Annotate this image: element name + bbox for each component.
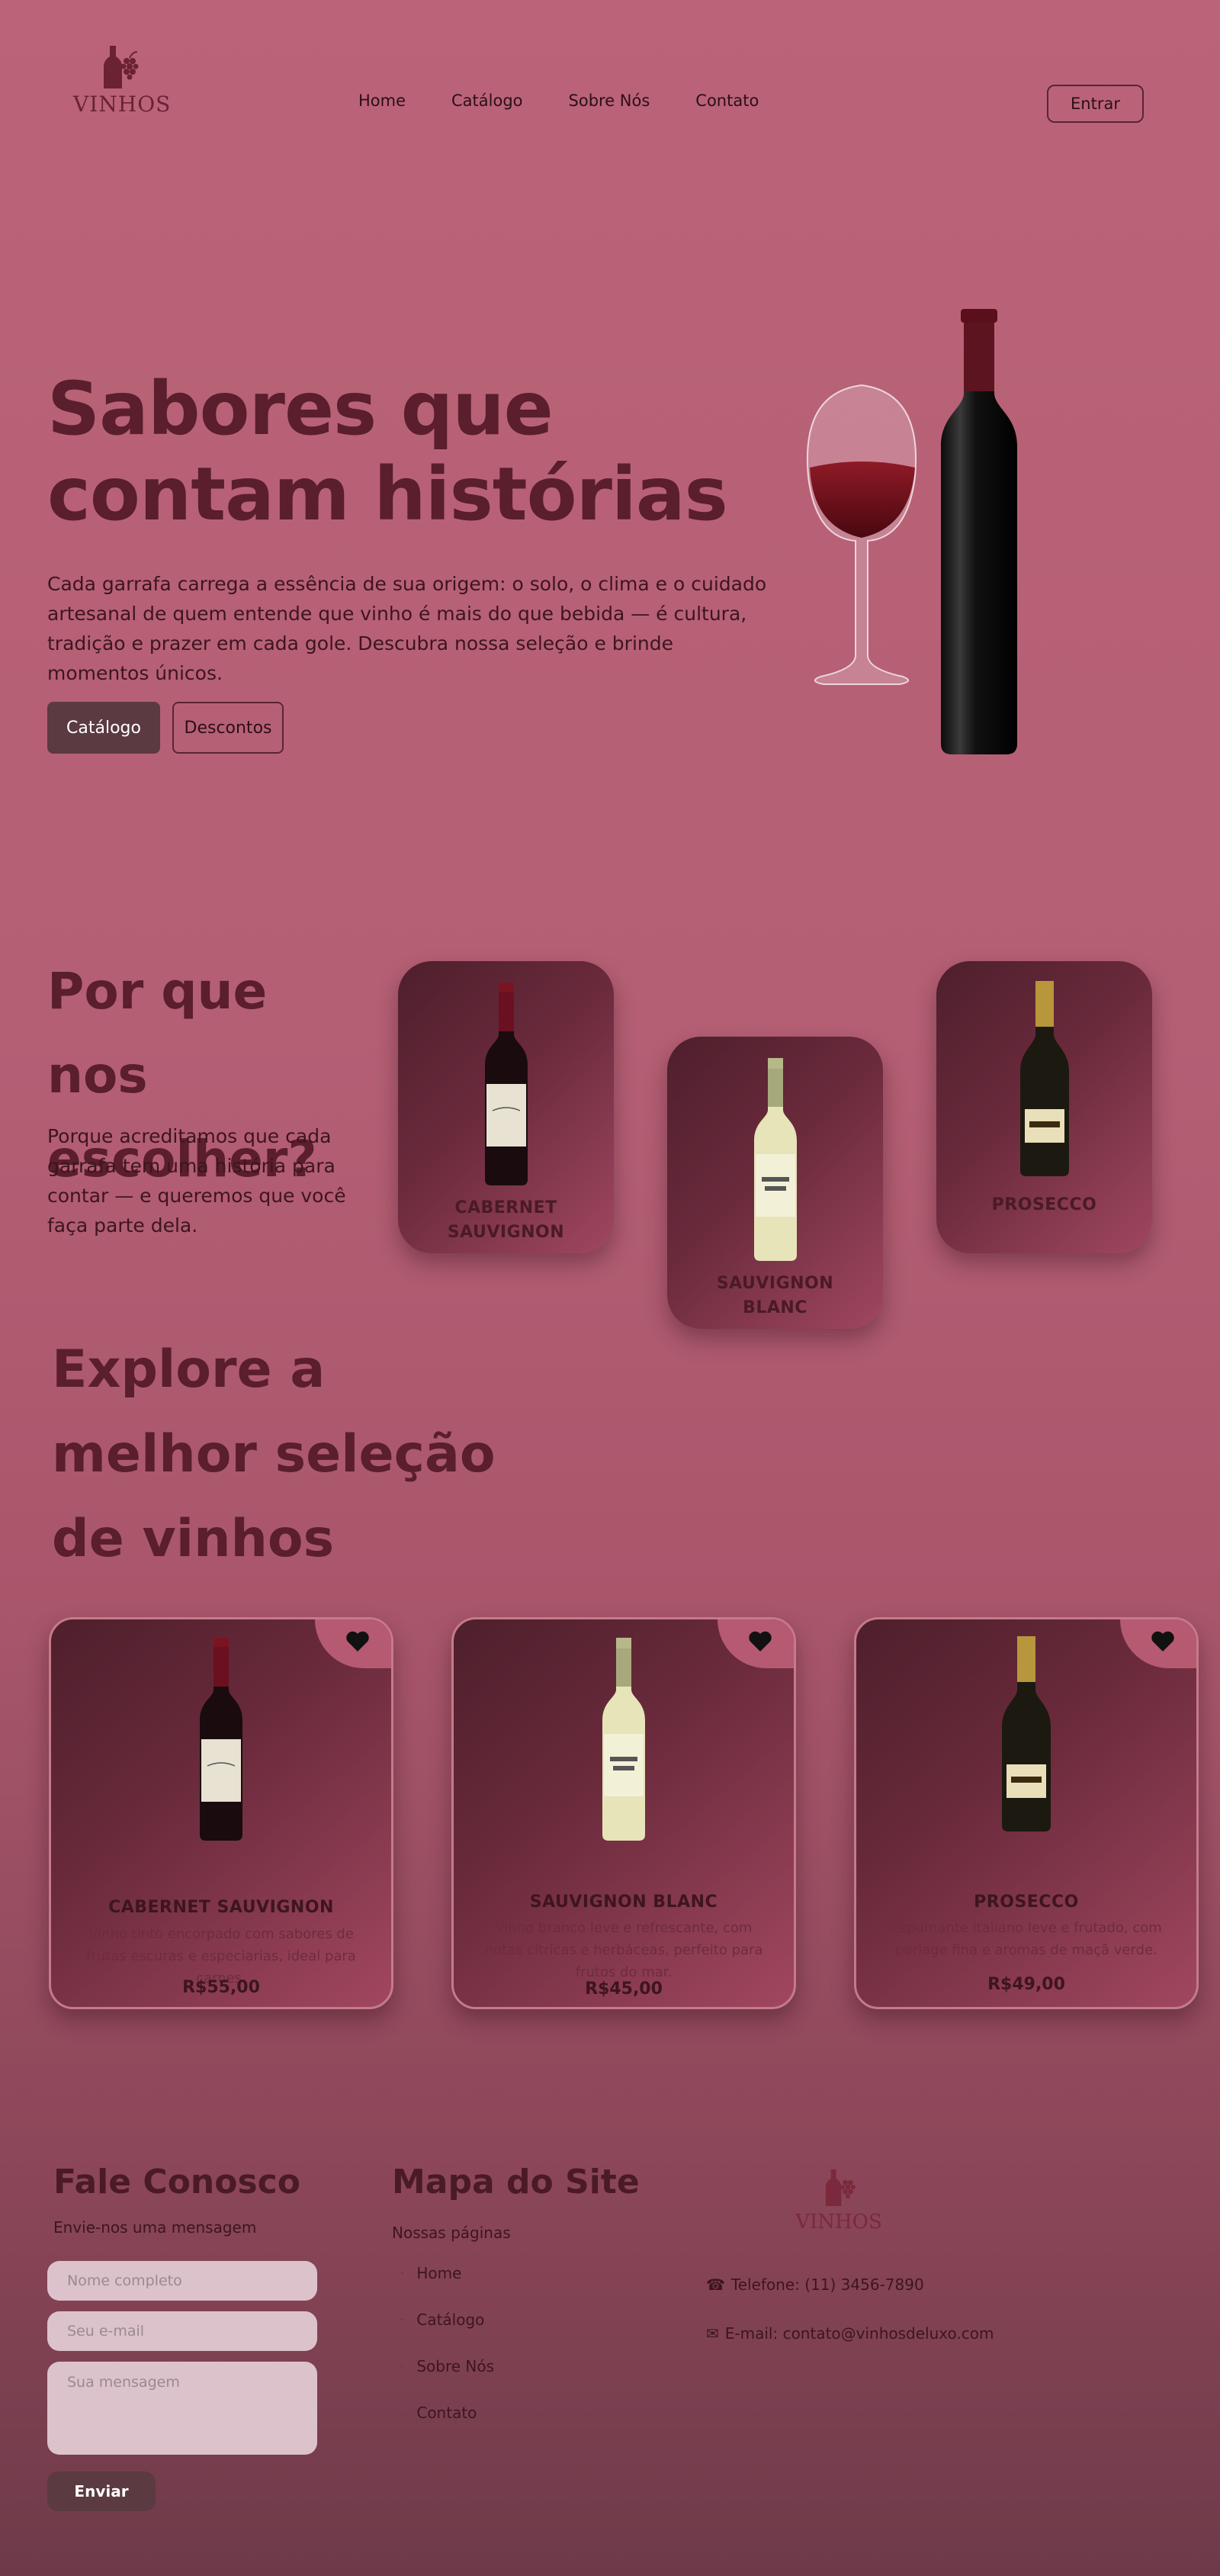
phone-icon: ☎ [706, 2275, 725, 2294]
wine-glass-and-bottle-image [806, 309, 1017, 754]
sparkling-wine-bottle-image [1002, 1636, 1051, 1832]
hero-title-line2: contam histórias [47, 452, 728, 537]
sitemap-link-catalog[interactable]: Catálogo [400, 2308, 494, 2331]
why-card-label: PROSECCO [991, 1195, 1097, 1214]
explore-title-line3: de vinhos [52, 1509, 335, 1569]
sitemap-subtitle: Nossas páginas [392, 2224, 511, 2242]
red-wine-bottle-image [200, 1638, 242, 1841]
send-button[interactable]: Enviar [47, 2471, 156, 2511]
footer-logo[interactable]: VINHOS [793, 2168, 884, 2233]
hero-title: Sabores que contam histórias [47, 366, 734, 537]
heart-icon [346, 1631, 369, 1651]
white-wine-bottle-image [753, 1058, 797, 1261]
phone-info: ☎ Telefone: (11) 3456-7890 [706, 2275, 924, 2294]
favorite-button[interactable] [718, 1619, 794, 1668]
contact-title: Fale Conosco [53, 2163, 300, 2201]
why-card-sauvignon-blanc[interactable]: SAUVIGNON BLANC [667, 1037, 883, 1329]
brand-logo[interactable]: VINHOS [73, 44, 172, 117]
favorite-button[interactable] [315, 1619, 391, 1668]
explore-title: Explore a melhor seleção de vinhos [52, 1327, 509, 1581]
heart-icon [1151, 1631, 1174, 1651]
wine-bottle-grapes-icon [104, 46, 139, 88]
message-field[interactable] [47, 2362, 317, 2455]
why-description: Porque acreditamos que cada garrafa tem … [47, 1125, 346, 1237]
why-title-line1: Por que nos [47, 962, 268, 1105]
sitemap-link-home[interactable]: Home [400, 2262, 494, 2285]
explore-title-line2: melhor seleção [52, 1424, 496, 1484]
product-price: R$55,00 [182, 1978, 260, 1997]
product-price: R$49,00 [987, 1975, 1065, 1994]
explore-title-line1: Explore a [52, 1339, 326, 1400]
product-name: CABERNET SAUVIGNON [108, 1898, 334, 1917]
login-button[interactable]: Entrar [1047, 85, 1144, 123]
nav-catalog[interactable]: Catálogo [451, 92, 523, 110]
catalog-button[interactable]: Catálogo [47, 702, 160, 754]
sitemap-title: Mapa do Site [392, 2163, 640, 2201]
product-card-cabernet[interactable]: CABERNET SAUVIGNON Vinho tinto encorpado… [49, 1617, 393, 2009]
contact-subtitle: Envie-nos uma mensagem [53, 2218, 257, 2237]
email-field[interactable] [47, 2311, 317, 2351]
sitemap-link-about[interactable]: Sobre Nós [400, 2355, 494, 2378]
why-card-cabernet[interactable]: CABERNET SAUVIGNON [398, 961, 614, 1253]
nav-contact[interactable]: Contato [695, 92, 759, 110]
product-price: R$45,00 [585, 1979, 663, 1999]
product-name: PROSECCO [974, 1893, 1079, 1912]
why-card-label: CABERNET SAUVIGNON [447, 1198, 565, 1242]
product-card-sauvignon-blanc[interactable]: SAUVIGNON BLANC Vinho branco leve e refr… [451, 1617, 796, 2009]
why-card-prosecco[interactable]: PROSECCO [936, 961, 1152, 1253]
favorite-button[interactable] [1120, 1619, 1196, 1668]
red-wine-bottle-image [484, 982, 528, 1185]
hero-title-line1: Sabores que [47, 366, 554, 452]
main-nav: Home Catálogo Sobre Nós Contato [358, 92, 759, 110]
phone-text: Telefone: (11) 3456-7890 [730, 2275, 924, 2294]
product-card-prosecco[interactable]: PROSECCO Espumante italiano leve e fruta… [854, 1617, 1199, 2009]
logo-text: VINHOS [73, 92, 172, 117]
product-name: SAUVIGNON BLANC [529, 1893, 718, 1912]
hero-description: Cada garrafa carrega a essência de sua o… [47, 573, 767, 684]
product-description: Vinho branco leve e refrescante, com not… [484, 1920, 763, 1980]
name-field[interactable] [47, 2261, 317, 2301]
why-card-label: SAUVIGNON BLANC [716, 1274, 834, 1317]
nav-home[interactable]: Home [358, 92, 406, 110]
discounts-button[interactable]: Descontos [172, 702, 284, 754]
sitemap-link-contact[interactable]: Contato [400, 2401, 494, 2424]
email-text: E-mail: contato@vinhosdeluxo.com [724, 2324, 994, 2343]
sitemap-list: Home Catálogo Sobre Nós Contato [400, 2262, 494, 2448]
wine-bottle-grapes-icon [825, 2169, 856, 2206]
envelope-icon: ✉ [706, 2324, 719, 2343]
heart-icon [749, 1631, 772, 1651]
product-description: Espumante italiano leve e frutado, com p… [891, 1920, 1162, 1958]
nav-about[interactable]: Sobre Nós [569, 92, 650, 110]
sparkling-wine-bottle-image [1019, 981, 1069, 1176]
email-info: ✉ E-mail: contato@vinhosdeluxo.com [706, 2324, 994, 2343]
footer-logo-text: VINHOS [795, 2211, 882, 2233]
white-wine-bottle-image [602, 1638, 645, 1841]
